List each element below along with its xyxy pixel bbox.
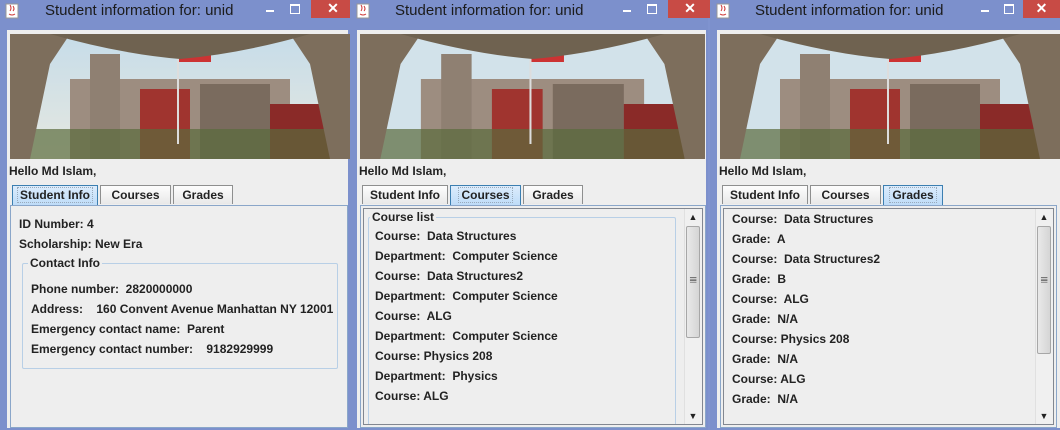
grades-scroll-pane[interactable]: Course: Data Structures Grade: A Course: D… (723, 208, 1054, 425)
list-item: Department: Computer Science (375, 289, 558, 303)
window-content: Hello Md Islam, Student Info Courses Gra… (717, 30, 1060, 428)
close-icon[interactable]: ✕ (1023, 0, 1060, 18)
arrow-up-icon[interactable]: ▲ (1036, 209, 1052, 225)
list-item: Course: Data Structures2 (732, 252, 881, 266)
arrow-down-icon[interactable]: ▼ (1036, 408, 1052, 424)
arrow-up-icon[interactable]: ▲ (685, 209, 701, 225)
campus-banner-image (720, 34, 1060, 159)
tab-grades[interactable]: Grades (173, 185, 233, 204)
java-icon (716, 3, 730, 19)
arrow-down-icon[interactable]: ▼ (685, 408, 701, 424)
campus-banner-image (10, 34, 350, 159)
window-content: Hello Md Islam, Student Info Courses Gra… (7, 30, 350, 428)
java-icon (5, 3, 19, 19)
tab-courses[interactable]: Courses (450, 185, 521, 205)
list-item: Course: ALG (375, 389, 449, 403)
campus-banner-image (360, 34, 706, 159)
tab-courses[interactable]: Courses (100, 185, 171, 204)
tab-grades[interactable]: Grades (523, 185, 583, 204)
scrollbar-thumb[interactable]: ═ ═ (1037, 226, 1051, 354)
title-bar[interactable]: Student information for: unid ✕ (0, 0, 355, 24)
scrollbar-thumb[interactable]: ═ ═ (686, 226, 700, 338)
tab-student-info[interactable]: Student Info (362, 185, 448, 204)
window-grades: Student information for: unid ✕ Hello Md… (710, 0, 1060, 430)
close-icon[interactable]: ✕ (311, 0, 355, 18)
contact-info-legend: Contact Info (28, 256, 102, 270)
tab-student-info[interactable]: Student Info (722, 185, 808, 204)
course-list-scroll-pane[interactable]: Course list Course: Data Structures Depar… (363, 208, 703, 425)
close-icon[interactable]: ✕ (668, 0, 712, 18)
phone-number-label: Phone number: 2820000000 (31, 282, 193, 296)
emergency-contact-number-label: Emergency contact number: 9182929999 (31, 342, 274, 356)
id-number-label: ID Number: 4 (19, 217, 94, 231)
window-student-info: Student information for: unid ✕ Hello Md… (0, 0, 355, 430)
course-list-legend: Course list (370, 210, 437, 224)
grades-panel: Course: Data Structures Grade: A Course: D… (720, 205, 1057, 428)
list-item: Grade: N/A (732, 392, 799, 406)
contact-info-group: Contact Info Phone number: 2820000000 Ad… (22, 256, 338, 369)
title-bar[interactable]: Student information for: unid ✕ (710, 0, 1060, 24)
scholarship-label: Scholarship: New Era (19, 237, 143, 251)
list-item: Course: ALG (732, 292, 809, 306)
list-item: Course: Physics 208 (732, 332, 850, 346)
list-item: Course: ALG (732, 372, 806, 386)
emergency-contact-name-label: Emergency contact name: Parent (31, 322, 225, 336)
list-item: Department: Computer Science (375, 329, 558, 343)
vertical-scrollbar[interactable]: ▲ ═ ═ ▼ (1035, 209, 1053, 424)
student-info-panel: ID Number: 4 Scholarship: New Era Contac… (10, 205, 348, 428)
list-item: Course: Data Structures (375, 229, 517, 243)
greeting-label: Hello Md Islam, (719, 164, 807, 178)
maximize-icon[interactable] (998, 0, 1020, 18)
list-item: Department: Computer Science (375, 249, 558, 263)
window-title: Student information for: unid (755, 2, 944, 19)
list-item: Course: Data Structures2 (375, 269, 524, 283)
java-icon (356, 3, 370, 19)
title-bar[interactable]: Student information for: unid ✕ (350, 0, 712, 24)
greeting-label: Hello Md Islam, (9, 164, 97, 178)
list-item: Course: Physics 208 (375, 349, 493, 363)
window-title: Student information for: unid (45, 2, 234, 19)
list-item: Grade: B (732, 272, 787, 286)
minimize-icon[interactable] (974, 0, 996, 18)
list-item: Grade: N/A (732, 312, 799, 326)
tab-courses[interactable]: Courses (810, 185, 881, 204)
list-item: Department: Physics (375, 369, 498, 383)
tab-student-info[interactable]: Student Info (12, 185, 98, 205)
window-title: Student information for: unid (395, 2, 584, 19)
list-item: Grade: N/A (732, 352, 799, 366)
list-item: Course: ALG (375, 309, 452, 323)
maximize-icon[interactable] (284, 0, 306, 18)
greeting-label: Hello Md Islam, (359, 164, 447, 178)
maximize-icon[interactable] (641, 0, 663, 18)
address-label: Address: 160 Convent Avenue Manhattan NY… (31, 302, 334, 316)
courses-panel: Course list Course: Data Structures Depar… (360, 205, 706, 428)
minimize-icon[interactable] (616, 0, 638, 18)
window-content: Hello Md Islam, Student Info Courses Gra… (357, 30, 706, 428)
window-courses: Student information for: unid ✕ Hello Md… (350, 0, 712, 430)
list-item: Grade: A (732, 232, 786, 246)
tab-grades[interactable]: Grades (883, 185, 943, 205)
minimize-icon[interactable] (259, 0, 281, 18)
list-item: Course: Data Structures (732, 212, 874, 226)
vertical-scrollbar[interactable]: ▲ ═ ═ ▼ (684, 209, 702, 424)
